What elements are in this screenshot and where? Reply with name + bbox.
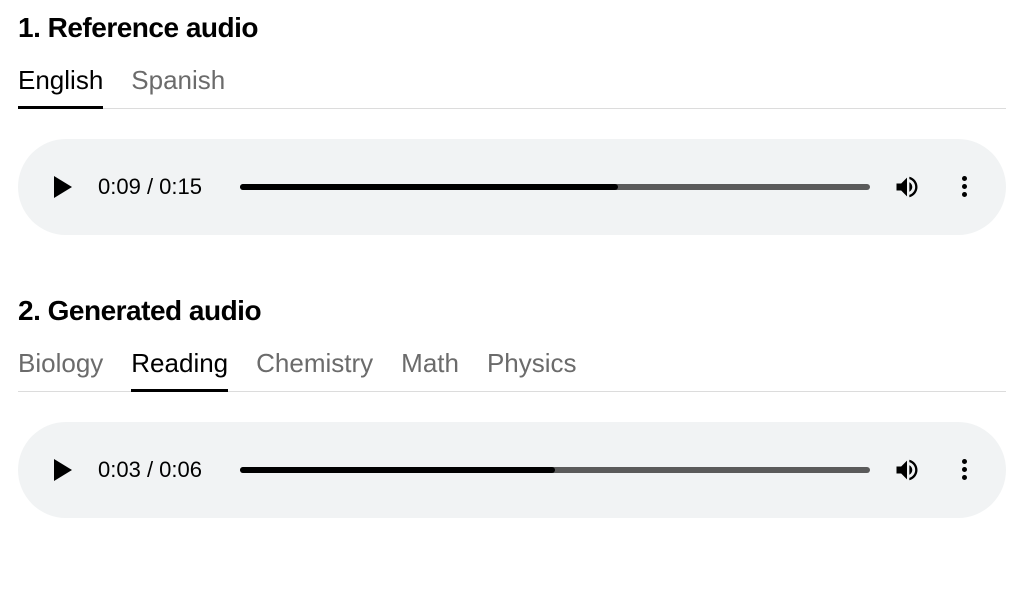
- progress-bar[interactable]: [240, 467, 870, 473]
- more-icon: [962, 192, 967, 197]
- volume-icon: [893, 173, 921, 201]
- section-title-generated: 2. Generated audio: [18, 295, 1006, 327]
- play-icon: [54, 176, 72, 198]
- more-icon: [962, 459, 967, 464]
- tabs-generated: Biology Reading Chemistry Math Physics: [18, 347, 1006, 392]
- play-button[interactable]: [50, 174, 76, 200]
- tab-reading[interactable]: Reading: [131, 347, 228, 392]
- more-icon: [962, 184, 967, 189]
- current-time: 0:09: [98, 174, 141, 199]
- tab-chemistry[interactable]: Chemistry: [256, 347, 373, 392]
- total-time: 0:06: [159, 457, 202, 482]
- tab-math[interactable]: Math: [401, 347, 459, 392]
- tab-physics[interactable]: Physics: [487, 347, 577, 392]
- section-title-reference: 1. Reference audio: [18, 12, 1006, 44]
- audio-player-generated: 0:03 / 0:06: [18, 422, 1006, 518]
- audio-player-reference: 0:09 / 0:15: [18, 139, 1006, 235]
- progress-bar[interactable]: [240, 184, 870, 190]
- more-icon: [962, 467, 967, 472]
- time-display: 0:03 / 0:06: [98, 457, 218, 483]
- time-display: 0:09 / 0:15: [98, 174, 218, 200]
- play-icon: [54, 459, 72, 481]
- progress-fill: [240, 467, 555, 473]
- more-icon: [962, 176, 967, 181]
- play-button[interactable]: [50, 457, 76, 483]
- tab-biology[interactable]: Biology: [18, 347, 103, 392]
- tabs-reference: English Spanish: [18, 64, 1006, 109]
- tab-spanish[interactable]: Spanish: [131, 64, 225, 109]
- progress-fill: [240, 184, 618, 190]
- current-time: 0:03: [98, 457, 141, 482]
- more-options-button[interactable]: [952, 455, 976, 485]
- volume-button[interactable]: [892, 456, 922, 484]
- tab-english[interactable]: English: [18, 64, 103, 109]
- more-options-button[interactable]: [952, 172, 976, 202]
- volume-icon: [893, 456, 921, 484]
- more-icon: [962, 475, 967, 480]
- total-time: 0:15: [159, 174, 202, 199]
- volume-button[interactable]: [892, 173, 922, 201]
